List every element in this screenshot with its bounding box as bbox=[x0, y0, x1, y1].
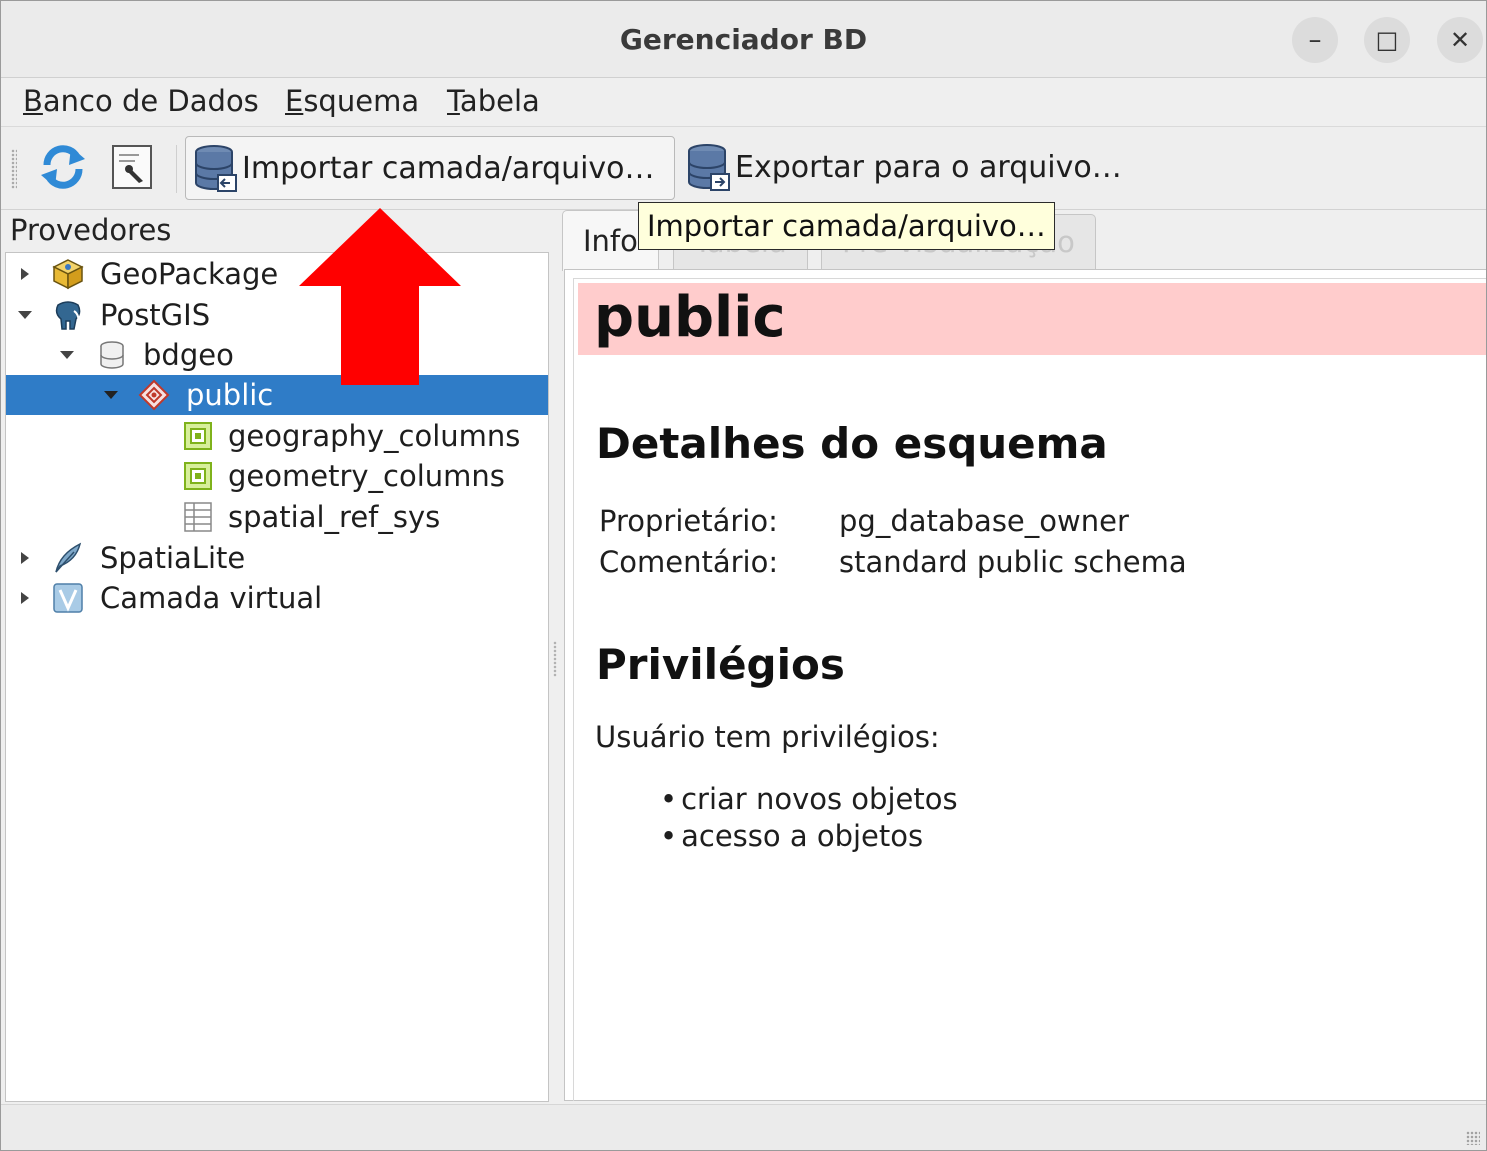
menu-banco-de-dados[interactable]: Banco de Dados bbox=[23, 84, 259, 118]
menu-mnemonic: B bbox=[23, 84, 43, 118]
table-icon bbox=[184, 502, 212, 532]
menu-mnemonic: E bbox=[285, 84, 304, 118]
window-title: Gerenciador BD bbox=[619, 23, 868, 56]
privilege-item: criar novos objetos bbox=[660, 782, 957, 816]
menu-esquema[interactable]: Esquema bbox=[285, 84, 419, 118]
toolbar-separator bbox=[176, 145, 177, 193]
menu-label-rest: abela bbox=[459, 84, 540, 118]
tree-item-label: SpatiaLite bbox=[100, 541, 246, 575]
comment-label: Comentário: bbox=[599, 545, 779, 579]
database-export-icon bbox=[688, 144, 730, 191]
geopackage-icon bbox=[52, 259, 84, 290]
close-button[interactable]: ✕ bbox=[1437, 17, 1483, 63]
view-icon bbox=[184, 462, 212, 490]
info-panel: public Detalhes do esquema Proprietário:… bbox=[564, 269, 1486, 1101]
postgis-elephant-icon bbox=[55, 301, 81, 330]
toolbar-grip[interactable] bbox=[11, 149, 17, 189]
privileges-heading: Privilégios bbox=[596, 640, 845, 689]
tree-item-geography-columns[interactable]: geography_columns bbox=[6, 416, 548, 456]
database-import-icon bbox=[195, 145, 237, 192]
expand-arrow-icon[interactable] bbox=[21, 268, 29, 280]
tree-item-label: public bbox=[186, 378, 274, 412]
export-file-button[interactable]: Exportar para o arquivo… bbox=[685, 136, 1122, 198]
comment-value: standard public schema bbox=[839, 545, 1187, 579]
tree-item-label: spatial_ref_sys bbox=[228, 500, 441, 534]
export-file-label: Exportar para o arquivo… bbox=[735, 149, 1122, 185]
menu-mnemonic: T bbox=[447, 84, 460, 118]
collapse-arrow-icon[interactable] bbox=[18, 311, 32, 319]
sql-window-icon bbox=[112, 145, 152, 189]
tree-item-geopackage[interactable]: GeoPackage bbox=[6, 254, 548, 294]
schema-icon bbox=[138, 379, 170, 411]
tree-item-spatial-ref-sys[interactable]: spatial_ref_sys bbox=[6, 497, 548, 537]
tree-item-public[interactable]: public bbox=[6, 375, 548, 415]
tree-item-label: geography_columns bbox=[228, 419, 521, 453]
menu-label-rest: squema bbox=[303, 84, 420, 118]
expand-arrow-icon[interactable] bbox=[21, 552, 29, 564]
panel-splitter-handle[interactable] bbox=[553, 641, 557, 677]
toolbar: Importar camada/arquivo… Exportar para o… bbox=[1, 126, 1486, 210]
import-tooltip: Importar camada/arquivo… bbox=[638, 202, 1055, 250]
privileges-intro: Usuário tem privilégios: bbox=[595, 720, 940, 754]
sql-window-button[interactable] bbox=[109, 143, 157, 191]
refresh-icon bbox=[41, 145, 85, 189]
tree-item-label: GeoPackage bbox=[100, 257, 279, 291]
refresh-button[interactable] bbox=[37, 141, 89, 193]
red-annotation-arrow-icon bbox=[299, 208, 461, 385]
tree-item-camada-virtual[interactable]: Camada virtual bbox=[6, 578, 548, 618]
import-layer-label: Importar camada/arquivo… bbox=[242, 150, 655, 186]
tree-item-spatialite[interactable]: SpatiaLite bbox=[6, 538, 548, 578]
tree-item-bdgeo[interactable]: bdgeo bbox=[6, 335, 548, 375]
virtual-layer-icon bbox=[53, 583, 83, 613]
menu-label-rest: anco de Dados bbox=[42, 84, 259, 118]
schema-details-heading: Detalhes do esquema bbox=[596, 419, 1108, 468]
status-bar bbox=[1, 1104, 1486, 1150]
db-manager-window: Gerenciador BD – □ ✕ Banco de Dados Esqu… bbox=[0, 0, 1487, 1151]
resize-grip[interactable] bbox=[1466, 1131, 1480, 1145]
tree-item-label: PostGIS bbox=[100, 298, 211, 332]
title-bar: Gerenciador BD – □ ✕ bbox=[1, 1, 1486, 78]
database-icon bbox=[100, 341, 124, 369]
minimize-button[interactable]: – bbox=[1292, 17, 1338, 63]
tree-item-geometry-columns[interactable]: geometry_columns bbox=[6, 456, 548, 496]
tree-item-label: geometry_columns bbox=[228, 459, 505, 493]
menu-bar: Banco de Dados Esquema Tabela bbox=[1, 78, 1486, 126]
schema-name-heading: public bbox=[594, 285, 786, 350]
expand-arrow-icon[interactable] bbox=[21, 592, 29, 604]
maximize-button[interactable]: □ bbox=[1364, 17, 1410, 63]
schema-header-bar: public bbox=[578, 283, 1486, 355]
tree-item-label: bdgeo bbox=[143, 338, 234, 372]
providers-tree[interactable]: GeoPackage PostGIS bdgeo public geograph… bbox=[5, 252, 549, 1102]
menu-tabela[interactable]: Tabela bbox=[447, 84, 540, 118]
owner-label: Proprietário: bbox=[599, 504, 778, 538]
info-content: public Detalhes do esquema Proprietário:… bbox=[573, 278, 1486, 1101]
tree-item-label: Camada virtual bbox=[100, 581, 323, 615]
view-icon bbox=[184, 422, 212, 450]
privilege-item: acesso a objetos bbox=[660, 819, 923, 853]
spatialite-feather-icon bbox=[55, 542, 82, 573]
owner-value: pg_database_owner bbox=[839, 504, 1129, 538]
providers-heading: Provedores bbox=[10, 213, 172, 247]
tree-item-postgis[interactable]: PostGIS bbox=[6, 295, 548, 335]
collapse-arrow-icon[interactable] bbox=[60, 351, 74, 359]
collapse-arrow-icon[interactable] bbox=[104, 391, 118, 399]
import-layer-button[interactable]: Importar camada/arquivo… bbox=[185, 136, 675, 200]
